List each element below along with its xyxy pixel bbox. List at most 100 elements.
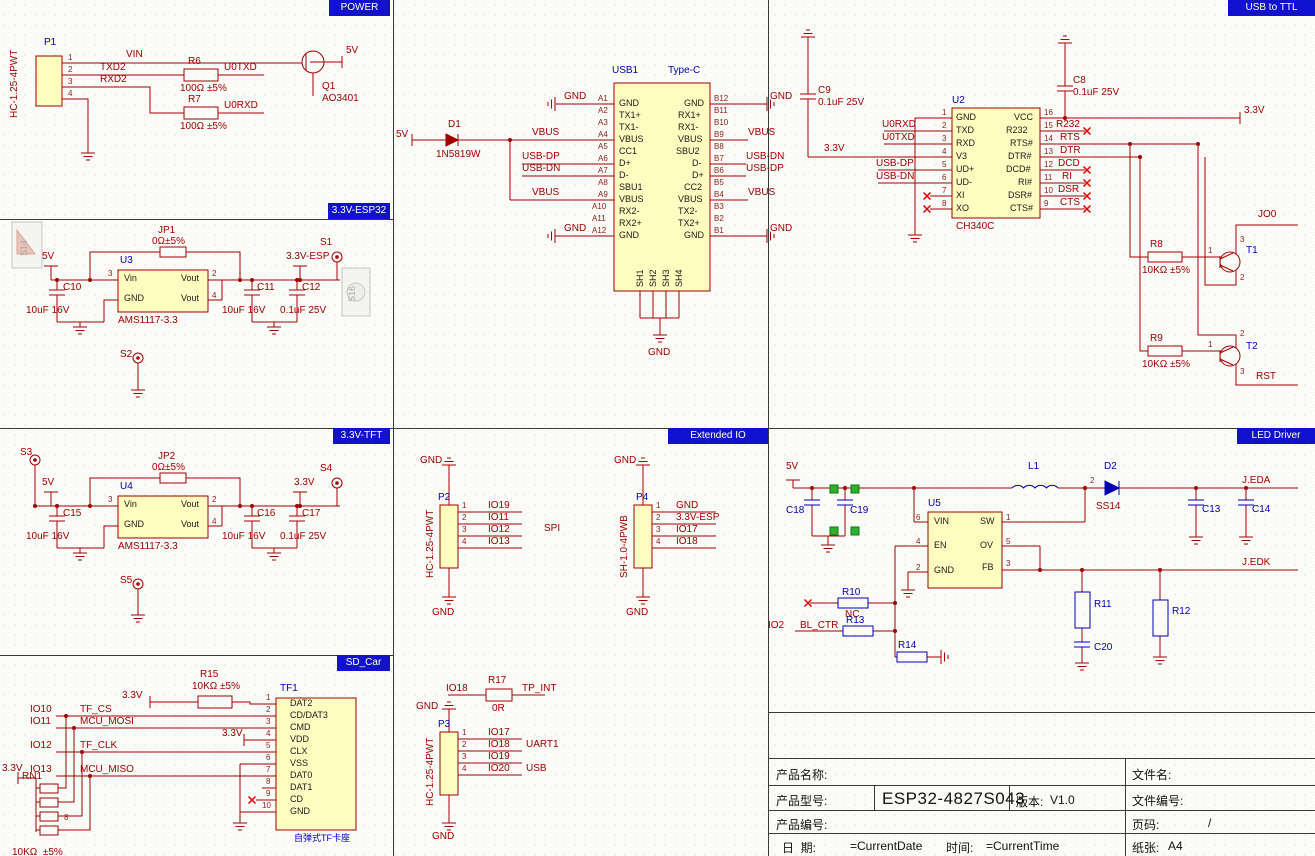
net-label[interactable]: GND [420, 456, 442, 467]
net-label[interactable]: R9 [1150, 334, 1163, 345]
pin-number[interactable]: 10 [262, 802, 271, 810]
titleblock-page-value[interactable]: / [1208, 816, 1211, 830]
pin-number[interactable]: 4 [942, 148, 946, 156]
pin-number[interactable]: 3 [1240, 236, 1244, 244]
net-label[interactable]: 5V [786, 462, 798, 473]
pin-number[interactable]: 4 [212, 292, 216, 300]
pin-number[interactable]: 3 [462, 753, 466, 761]
net-label[interactable]: 5V [396, 130, 408, 141]
titleblock-paper-value[interactable]: A4 [1168, 839, 1183, 853]
net-label[interactable]: GND [648, 348, 670, 359]
titleblock-date-value[interactable]: =CurrentDate [850, 839, 922, 853]
pin-number[interactable]: 11 [1044, 174, 1052, 182]
pin-name[interactable]: GND [619, 231, 639, 240]
net-label[interactable]: J.EDK [1242, 558, 1270, 569]
net-label[interactable]: GND [626, 608, 648, 619]
net-label[interactable]: AMS1117-3.3 [118, 542, 178, 553]
pin-name[interactable]: D- [619, 171, 629, 180]
net-label[interactable]: 5V [42, 478, 54, 489]
connector-p2-body[interactable] [440, 505, 458, 568]
pin-number[interactable]: 4 [212, 518, 216, 526]
pin-name[interactable]: Vout [181, 294, 199, 303]
pin-number[interactable]: A2 [598, 107, 608, 115]
pin-number[interactable]: 1 [68, 54, 72, 62]
pin-number[interactable]: 3 [656, 526, 660, 534]
pin-name[interactable]: D+ [692, 171, 704, 180]
net-label[interactable]: GND [770, 92, 792, 103]
net-label[interactable]: R15 [200, 670, 218, 681]
pin-number[interactable]: 3 [942, 135, 946, 143]
designator[interactable]: U4 [120, 482, 133, 493]
pin-number[interactable]: 4 [266, 730, 270, 738]
designator[interactable]: U5 [928, 499, 941, 510]
pin-number[interactable]: B4 [714, 191, 724, 199]
pin-number[interactable]: B11 [714, 107, 728, 115]
section-banner-ldo-esp32[interactable]: 3.3V-ESP32 [328, 203, 390, 219]
pin-name[interactable]: VSS [290, 759, 308, 768]
pin-name[interactable]: DAT1 [290, 783, 312, 792]
designator[interactable]: P1 [44, 38, 56, 49]
resistor-r9[interactable] [1148, 346, 1182, 356]
net-label[interactable]: 10uF 16V [26, 532, 69, 543]
pin-number[interactable]: 3 [462, 526, 466, 534]
net-label[interactable]: SPI [544, 524, 560, 535]
pin-number[interactable]: A1 [598, 95, 608, 103]
resistor-r14[interactable] [897, 652, 927, 662]
net-label[interactable]: GND [614, 456, 636, 467]
pin-name[interactable]: CMD [290, 723, 311, 732]
net-label[interactable]: VBUS [748, 188, 775, 199]
net-label[interactable]: USB-DP [876, 159, 914, 170]
pin-number[interactable]: 2 [462, 741, 466, 749]
pin-name[interactable]: SBU1 [619, 183, 643, 192]
pin-number[interactable]: 2 [212, 496, 216, 504]
inductor-l1[interactable] [1012, 485, 1058, 488]
usb-ttl-wires[interactable] [800, 30, 1298, 385]
designator[interactable]: U3 [120, 256, 133, 267]
pin-name[interactable]: VDD [290, 735, 309, 744]
pin-name[interactable]: RX1- [678, 123, 699, 132]
net-label[interactable]: AO3401 [322, 94, 359, 105]
pin-number[interactable]: 3 [108, 496, 112, 504]
net-label[interactable]: IO11 [488, 513, 509, 524]
pin-name[interactable]: SBU2 [676, 147, 700, 156]
pin-number[interactable]: 6 [942, 174, 946, 182]
pin-number[interactable]: 5 [1006, 538, 1010, 546]
net-label[interactable]: 3.3V [824, 144, 845, 155]
net-label[interactable]: IO12 [30, 741, 52, 752]
net-label[interactable]: 0.1uF 25V [280, 306, 326, 317]
net-label[interactable]: GND [564, 224, 586, 235]
pin-name[interactable]: CC2 [684, 183, 702, 192]
resistor-r8[interactable] [1148, 252, 1182, 262]
titleblock-version-value[interactable]: V1.0 [1050, 793, 1075, 807]
net-label[interactable]: IO11 [30, 717, 51, 728]
net-label[interactable]: 3.3V-ESP [286, 252, 329, 263]
pin-name[interactable]: VBUS [678, 195, 703, 204]
pin-number[interactable]: B3 [714, 203, 724, 211]
net-label[interactable]: RST [1256, 372, 1276, 383]
pin-number[interactable]: B5 [714, 179, 724, 187]
pin-number[interactable]: 2 [916, 564, 920, 572]
net-label[interactable]: 0.1uF 25V [280, 532, 326, 543]
pin-name[interactable]: GND [124, 520, 144, 529]
net-label[interactable]: USB [526, 764, 547, 775]
net-label[interactable]: GND [416, 702, 438, 713]
designator[interactable]: R13 [846, 616, 864, 627]
pin-number[interactable]: B2 [714, 215, 724, 223]
note-label[interactable]: 自弹式TF卡座 [294, 834, 350, 843]
net-label[interactable]: S3 [20, 448, 32, 459]
titleblock-model-value[interactable]: ESP32-4827S043 [882, 789, 1025, 809]
net-label[interactable]: Q1 [322, 82, 335, 93]
net-label[interactable]: 100Ω ±5% [180, 84, 227, 95]
pin-number[interactable]: A6 [598, 155, 608, 163]
net-label[interactable]: U0TXD [882, 133, 915, 144]
designator[interactable]: USB1 [612, 66, 638, 77]
net-label[interactable]: UART1 [526, 740, 559, 751]
net-label[interactable]: 3.3V [294, 478, 315, 489]
pin-name[interactable]: SW [980, 517, 995, 526]
net-label[interactable]: 0Ω±5% [152, 237, 185, 248]
pin-number[interactable]: 6 [916, 514, 920, 522]
resistor-r13[interactable] [843, 626, 873, 636]
pin-name[interactable]: TX2+ [678, 219, 700, 228]
pin-number[interactable]: 4 [656, 538, 660, 546]
net-label[interactable]: 10KΩ ±5% [192, 682, 240, 693]
